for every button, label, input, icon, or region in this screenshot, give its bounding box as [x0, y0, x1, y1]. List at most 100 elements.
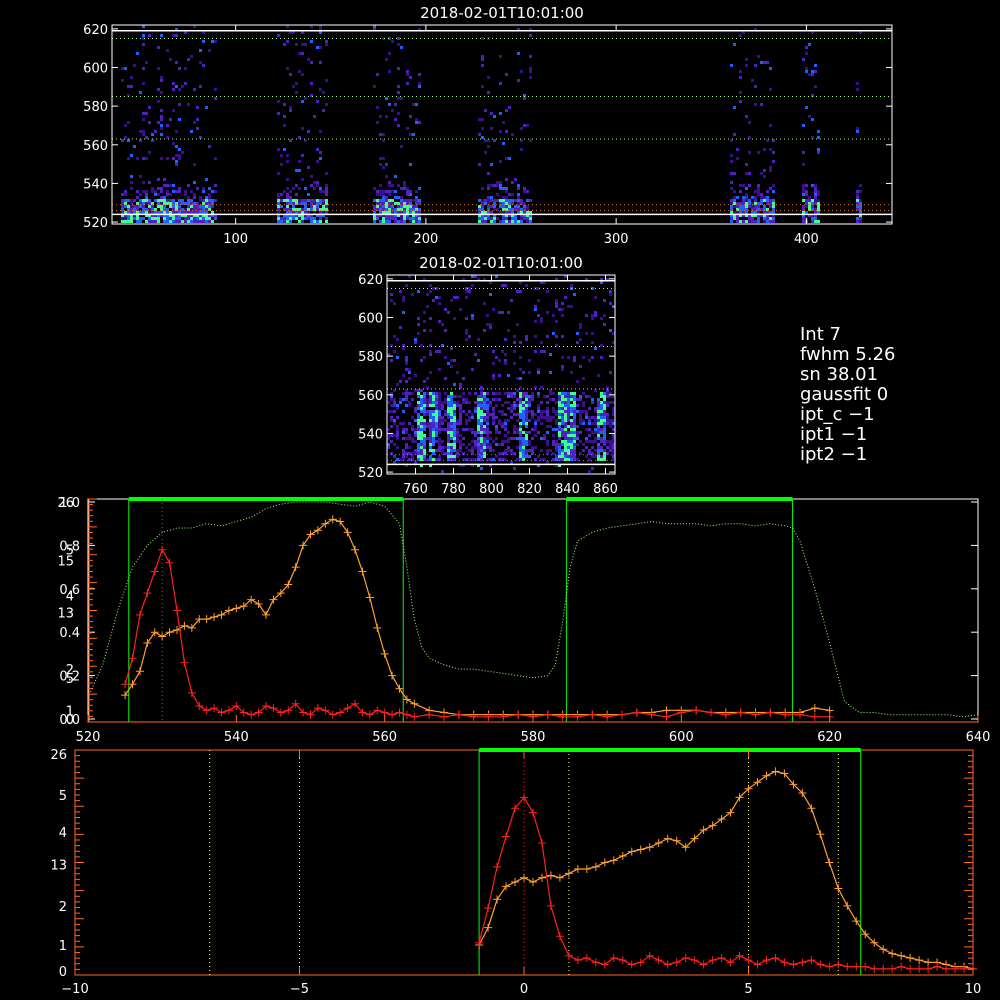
- data-point-red: [484, 904, 493, 913]
- heatmap-pixel: [561, 455, 564, 458]
- heatmap-pixel: [483, 431, 486, 434]
- heatmap-pixel: [396, 446, 399, 449]
- heatmap-pixel: [402, 347, 405, 350]
- x-tick-label: 800: [479, 482, 504, 497]
- heatmap-pixel: [534, 434, 537, 437]
- heatmap-pixel: [450, 437, 453, 440]
- heatmap-pixel: [151, 205, 154, 208]
- heatmap-pixel: [567, 305, 570, 308]
- heatmap-pixel: [405, 446, 408, 449]
- heatmap-pixel: [289, 211, 292, 214]
- heatmap-pixel: [513, 467, 516, 470]
- heatmap-pixel: [163, 220, 166, 223]
- heatmap-pixel: [166, 190, 169, 193]
- heatmap-pixel: [385, 208, 388, 211]
- heatmap-pixel: [522, 392, 525, 395]
- heatmap-pixel: [487, 184, 490, 187]
- heatmap-pixel: [493, 139, 496, 142]
- heatmap-pixel: [319, 61, 322, 64]
- heatmap-pixel: [489, 413, 492, 416]
- heatmap-pixel: [435, 296, 438, 299]
- heatmap-pixel: [763, 175, 766, 178]
- heatmap-pixel: [301, 127, 304, 130]
- heatmap-pixel: [766, 199, 769, 202]
- heatmap-pixel: [570, 431, 573, 434]
- heatmap-pixel: [286, 205, 289, 208]
- heatmap-pixel: [199, 61, 202, 64]
- data-point-orange: [232, 604, 241, 613]
- heatmap-pixel: [555, 443, 558, 446]
- heatmap-pixel: [400, 211, 403, 214]
- heatmap-pixel: [432, 458, 435, 461]
- heatmap-pixel: [537, 455, 540, 458]
- heatmap-pixel: [522, 395, 525, 398]
- heatmap-pixel: [396, 407, 399, 410]
- heatmap-pixel: [508, 211, 511, 214]
- heatmap-pixel: [130, 85, 133, 88]
- heatmap-pixel: [525, 422, 528, 425]
- heatmap-pixel: [417, 404, 420, 407]
- heatmap-pixel: [772, 199, 775, 202]
- heatmap-pixel: [376, 73, 379, 76]
- heatmap-pixel: [414, 431, 417, 434]
- heatmap-pixel: [555, 440, 558, 443]
- heatmap-pixel: [582, 443, 585, 446]
- data-point-red: [395, 708, 404, 717]
- heatmap-pixel: [450, 413, 453, 416]
- y-tick-label: 0.4: [59, 626, 80, 641]
- heatmap-pixel: [522, 404, 525, 407]
- heatmap-pixel: [393, 404, 396, 407]
- heatmap-pixel: [462, 410, 465, 413]
- heatmap-pixel: [447, 428, 450, 431]
- heatmap-pixel: [480, 386, 483, 389]
- heatmap-pixel: [817, 220, 820, 223]
- heatmap-pixel: [805, 184, 808, 187]
- heatmap-pixel: [522, 419, 525, 422]
- x-tick-label: 840: [555, 482, 580, 497]
- heatmap-pixel: [480, 440, 483, 443]
- heatmap-pixel: [772, 205, 775, 208]
- data-point-red: [834, 960, 843, 969]
- heatmap-pixel: [546, 335, 549, 338]
- heatmap-pixel: [415, 121, 418, 124]
- heatmap-top: 2018-02-01T10:01:00100 200 300 400520540560…: [83, 4, 893, 247]
- heatmap-pixel: [405, 404, 408, 407]
- heatmap-pixel: [564, 428, 567, 431]
- heatmap-pixel: [474, 446, 477, 449]
- data-point-red: [210, 704, 219, 713]
- heatmap-pixel: [166, 211, 169, 214]
- heatmap-pixel: [385, 217, 388, 220]
- heatmap-middle: 2018-02-01T10:01:00760 780 800 820 840 860520…: [358, 254, 618, 497]
- heatmap-pixel: [435, 440, 438, 443]
- heatmap-pixel: [558, 446, 561, 449]
- heatmap-pixel: [570, 443, 573, 446]
- heatmap-pixel: [760, 172, 763, 175]
- heatmap-pixel: [394, 118, 397, 121]
- heatmap-pixel: [429, 329, 432, 332]
- heatmap-pixel: [763, 148, 766, 151]
- heatmap-pixel: [736, 148, 739, 151]
- data-point-red: [751, 710, 760, 719]
- heatmap-pixel: [453, 443, 456, 446]
- heatmap-pixel: [480, 428, 483, 431]
- heatmap-pixel: [396, 383, 399, 386]
- heatmap-pixel: [208, 196, 211, 199]
- heatmap-pixel: [208, 220, 211, 223]
- heatmap-pixel: [603, 419, 606, 422]
- heatmap-pixel: [754, 220, 757, 223]
- heatmap-pixel: [772, 190, 775, 193]
- heatmap-pixel: [766, 196, 769, 199]
- heatmap-pixel: [573, 422, 576, 425]
- heatmap-pixel: [313, 208, 316, 211]
- heatmap-pixel: [157, 67, 160, 70]
- heatmap-pixel: [490, 211, 493, 214]
- heatmap-pixel: [390, 359, 393, 362]
- heatmap-pixel: [396, 428, 399, 431]
- heatmap-pixel: [478, 220, 481, 223]
- data-point-red: [609, 953, 618, 962]
- heatmap-pixel: [325, 205, 328, 208]
- x-tick-label: 200: [413, 232, 438, 247]
- heatmap-pixel: [400, 199, 403, 202]
- heatmap-pixel: [814, 196, 817, 199]
- heatmap-pixel: [757, 211, 760, 214]
